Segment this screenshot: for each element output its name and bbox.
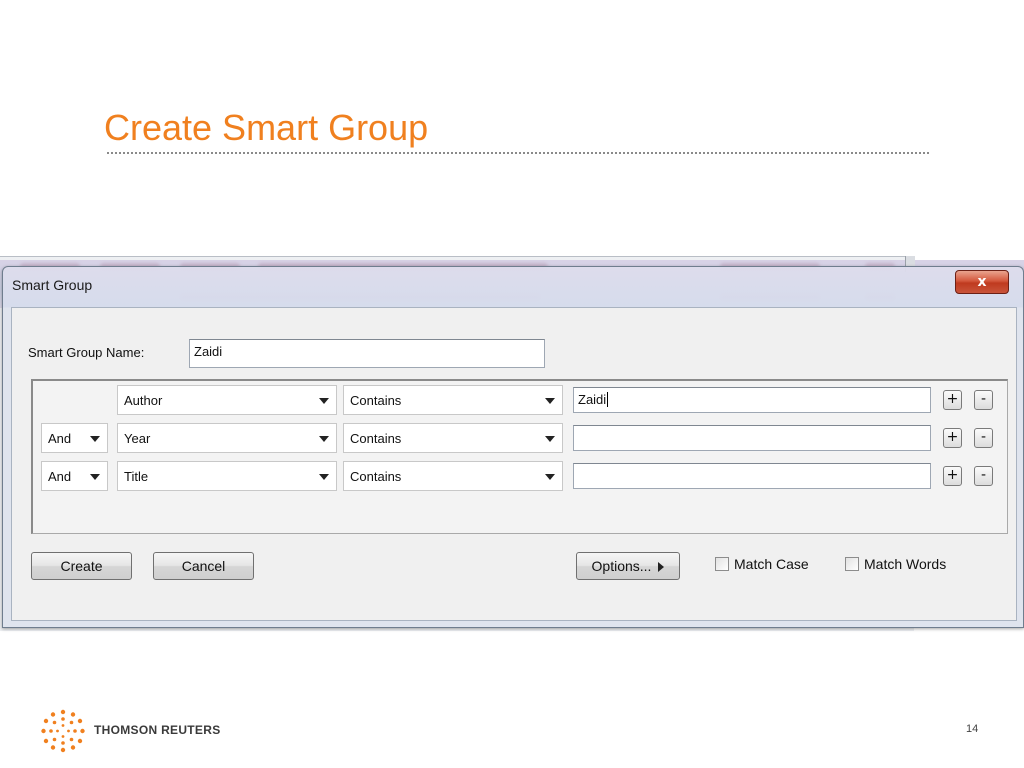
operator-select-1[interactable]: Contains xyxy=(343,385,563,415)
brand-name: THOMSON REUTERS xyxy=(94,723,221,737)
chevron-down-icon xyxy=(319,398,329,404)
chevron-down-icon xyxy=(319,436,329,442)
remove-criteria-button-2[interactable]: - xyxy=(974,428,993,448)
remove-criteria-button-3[interactable]: - xyxy=(974,466,993,486)
chevron-down-icon xyxy=(545,436,555,442)
add-criteria-button-3[interactable]: + xyxy=(943,466,962,486)
field-select-3[interactable]: Title xyxy=(117,461,337,491)
chevron-down-icon xyxy=(545,474,555,480)
operator-select-3[interactable]: Contains xyxy=(343,461,563,491)
operator-select-2[interactable]: Contains xyxy=(343,423,563,453)
connector-select-3-value: And xyxy=(48,469,72,484)
add-criteria-button-2[interactable]: + xyxy=(943,428,962,448)
operator-select-2-value: Contains xyxy=(350,431,402,446)
connector-select-2[interactable]: And xyxy=(41,423,108,453)
smart-group-name-label: Smart Group Name: xyxy=(28,345,145,360)
dialog-body: Smart Group Name: Zaidi Author Contains … xyxy=(11,307,1017,621)
operator-select-3-value: Contains xyxy=(350,469,402,484)
criteria-value-input-3[interactable] xyxy=(573,463,931,489)
create-button[interactable]: Create xyxy=(31,552,132,580)
add-criteria-button-1[interactable]: + xyxy=(943,390,962,410)
options-button[interactable]: Options... xyxy=(576,552,680,580)
close-icon: x xyxy=(977,274,987,290)
criteria-value-1-text: Zaidi xyxy=(578,392,607,407)
criteria-value-input-2[interactable] xyxy=(573,425,931,451)
thomson-reuters-dot-sphere-icon xyxy=(41,709,85,753)
connector-select-3[interactable]: And xyxy=(41,461,108,491)
connector-select-2-value: And xyxy=(48,431,72,446)
field-select-3-value: Title xyxy=(124,469,149,484)
checkbox-box xyxy=(845,557,859,571)
slide-title: Create Smart Group xyxy=(104,107,429,148)
chevron-down-icon xyxy=(319,474,329,480)
match-case-label: Match Case xyxy=(734,556,809,572)
criteria-panel: Author Contains Zaidi + - And Year Conta… xyxy=(31,379,1008,534)
cancel-button[interactable]: Cancel xyxy=(153,552,254,580)
checkbox-box xyxy=(715,557,729,571)
field-select-2-value: Year xyxy=(124,431,151,446)
title-divider xyxy=(107,152,929,154)
text-cursor xyxy=(607,392,609,407)
close-button[interactable]: x xyxy=(955,270,1009,294)
chevron-down-icon xyxy=(90,436,100,442)
match-case-checkbox[interactable]: Match Case xyxy=(715,556,809,572)
smart-group-dialog: Smart Group x Smart Group Name: Zaidi Au… xyxy=(2,266,1024,628)
field-select-1-value: Author xyxy=(124,393,163,408)
page-number: 14 xyxy=(966,723,979,735)
remove-criteria-button-1[interactable]: - xyxy=(974,390,993,410)
field-select-2[interactable]: Year xyxy=(117,423,337,453)
chevron-down-icon xyxy=(90,474,100,480)
match-words-label: Match Words xyxy=(864,556,947,572)
smart-group-name-input[interactable]: Zaidi xyxy=(189,339,545,368)
chevron-down-icon xyxy=(545,398,555,404)
match-words-checkbox[interactable]: Match Words xyxy=(845,556,946,572)
criteria-value-input-1[interactable]: Zaidi xyxy=(573,387,931,413)
triangle-right-icon xyxy=(658,562,665,573)
field-select-1[interactable]: Author xyxy=(117,385,337,415)
operator-select-1-value: Contains xyxy=(350,393,402,408)
options-button-label: Options... xyxy=(591,558,652,574)
dialog-title: Smart Group xyxy=(12,277,93,293)
